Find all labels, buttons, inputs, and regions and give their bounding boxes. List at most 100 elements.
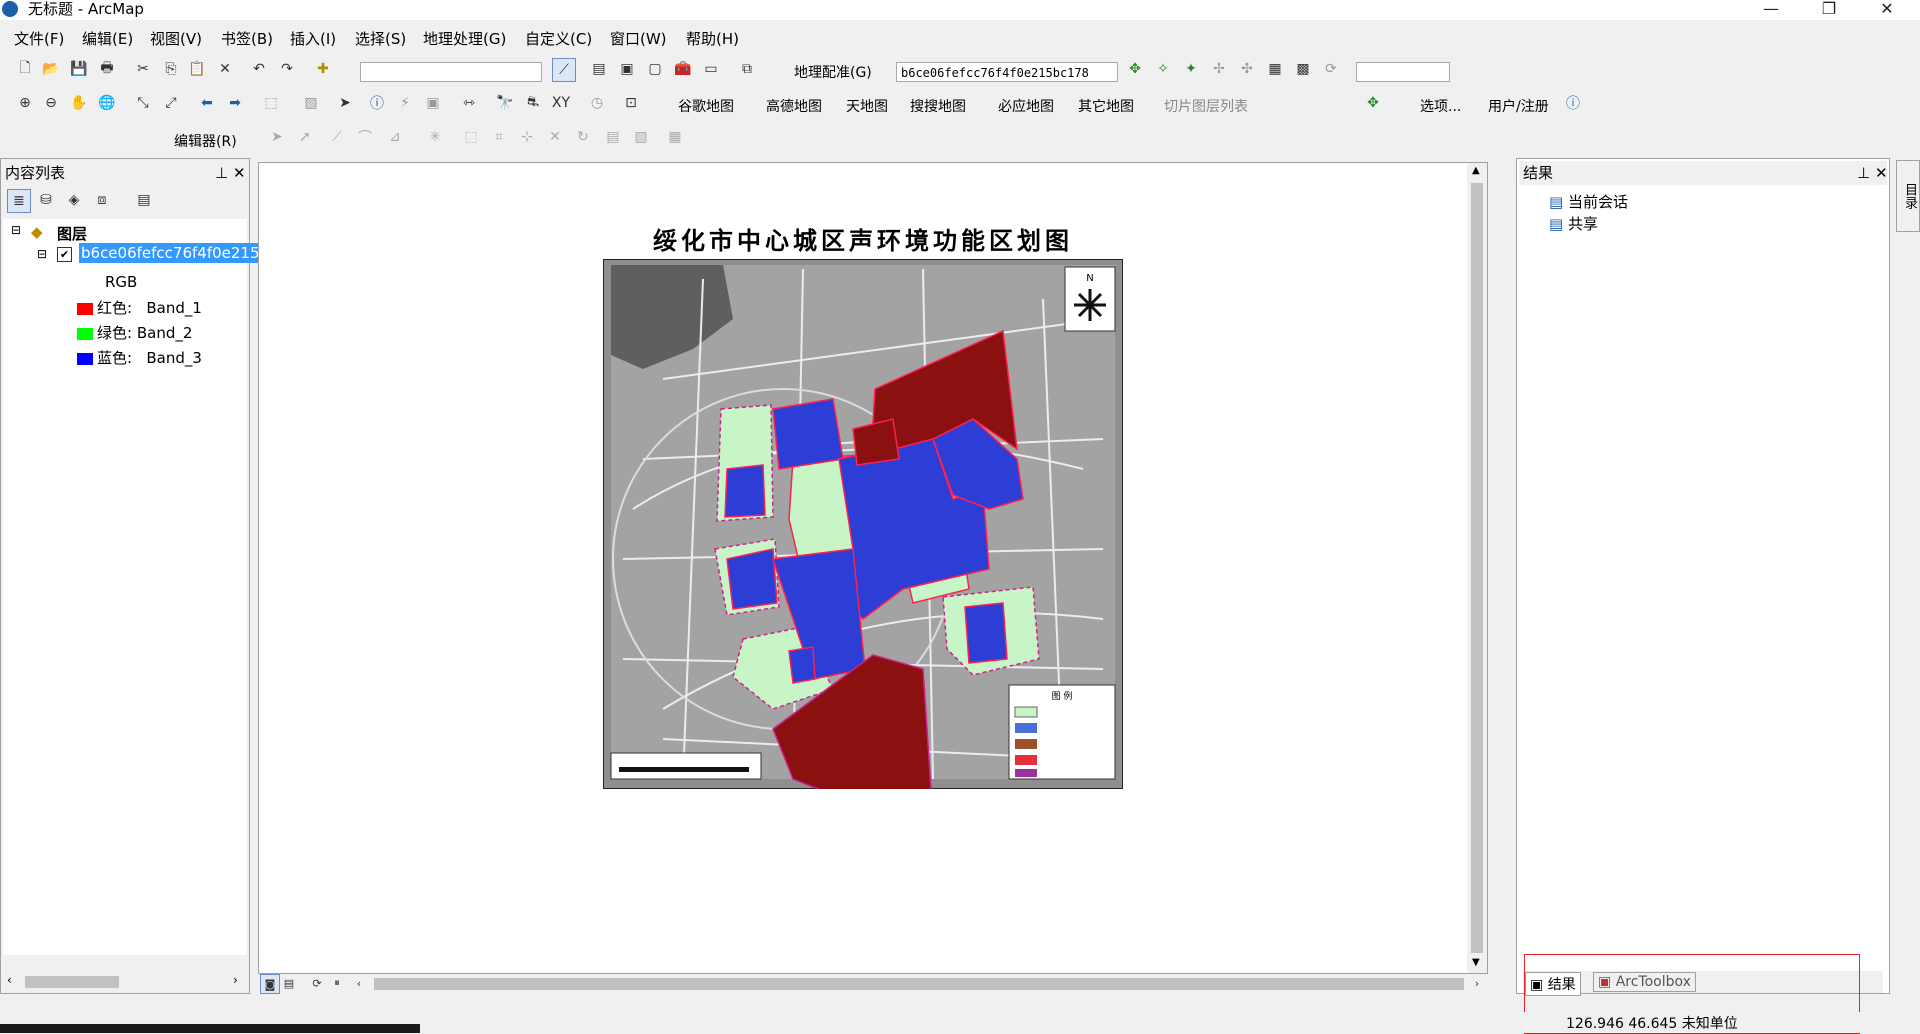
info-icon[interactable]: ⓘ (1562, 92, 1584, 114)
create-features-icon[interactable]: ▦ (664, 126, 686, 148)
layer-collapse-toggle[interactable]: ⊟ (37, 247, 47, 261)
layout-view-icon[interactable]: ▤ (280, 974, 298, 992)
delete-icon[interactable]: ✕ (214, 58, 236, 80)
scale-icon[interactable]: ✣ (1236, 58, 1258, 80)
scroll-down-icon[interactable]: ▼ (1472, 957, 1480, 968)
redo-icon[interactable]: ↷ (276, 58, 298, 80)
fit-to-display-icon[interactable]: ✧ (1152, 58, 1174, 80)
print-icon[interactable]: 🖶 (96, 58, 118, 80)
add-tile-icon[interactable]: ✥ (1362, 92, 1384, 114)
link-table-icon[interactable]: ▦ (1264, 58, 1286, 80)
split-icon[interactable]: ✕ (544, 126, 566, 148)
scroll-right-icon[interactable]: › (233, 973, 238, 987)
menu-geoprocessing[interactable]: 地理处理(G) (423, 28, 506, 49)
rotate-icon[interactable]: ✦ (1180, 58, 1202, 80)
end-point-arc-icon[interactable]: ⌒ (354, 126, 376, 148)
list-by-selection-icon[interactable]: ⧈ (91, 189, 113, 211)
point-icon[interactable]: ✳ (424, 126, 446, 148)
scroll-up-icon[interactable]: ▲ (1472, 165, 1480, 176)
trace-icon[interactable]: ⊿ (384, 126, 406, 148)
tile-menu-bing[interactable]: 必应地图 (998, 96, 1054, 116)
zoom-in-icon[interactable]: ⊕ (14, 92, 36, 114)
select-features-icon[interactable]: ⬚ (260, 92, 282, 114)
cut-polygons-icon[interactable]: ⊹ (516, 126, 538, 148)
list-by-source-icon[interactable]: ⛁ (35, 189, 57, 211)
menu-insert[interactable]: 插入(I) (290, 28, 336, 49)
map-view[interactable]: 绥化市中心城区声环境功能区划图 N 图 例 ▲ ▼ (258, 162, 1488, 974)
menu-help[interactable]: 帮助(H) (686, 28, 739, 49)
menu-bookmarks[interactable]: 书签(B) (221, 28, 273, 49)
pause-drawing-icon[interactable]: ⏸ (328, 974, 346, 992)
scroll-left-map-icon[interactable]: ‹ (350, 974, 368, 992)
map-vertical-scrollbar[interactable]: ▲ ▼ (1467, 163, 1487, 973)
map-vscroll-thumb[interactable] (1471, 183, 1483, 953)
full-extent-icon[interactable]: 🌐 (96, 92, 118, 114)
tile-menu-tianditu[interactable]: 天地图 (846, 96, 888, 116)
data-view-icon[interactable]: ◙ (260, 974, 280, 994)
open-folder-icon[interactable]: 📂 (40, 58, 62, 80)
tile-menu-gaode[interactable]: 高德地图 (766, 96, 822, 116)
menu-edit[interactable]: 编辑(E) (82, 28, 133, 49)
user-register-menu[interactable]: 用户/注册 (1488, 96, 1549, 116)
tile-menu-google[interactable]: 谷歌地图 (678, 96, 734, 116)
hyperlink-icon[interactable]: ⚡ (394, 92, 416, 114)
menu-view[interactable]: 视图(V) (150, 28, 202, 49)
pan-icon[interactable]: ✋ (68, 92, 90, 114)
collapse-toggle[interactable]: ⊟ (11, 223, 21, 237)
copy-icon[interactable]: ⎘ (160, 58, 182, 80)
identify-icon[interactable]: ⓘ (366, 92, 388, 114)
results-close-icon[interactable]: ✕ (1875, 161, 1888, 185)
reshape-icon[interactable]: ⌗ (488, 126, 510, 148)
options-menu[interactable]: 选项... (1420, 96, 1461, 116)
current-session-item[interactable]: ▤ 当前会话 (1549, 191, 1628, 212)
menu-file[interactable]: 文件(F) (14, 28, 64, 49)
catalog-icon[interactable]: ▣ (616, 58, 638, 80)
back-extent-icon[interactable]: ⬅ (196, 92, 218, 114)
georeferencing-label[interactable]: 地理配准(G) (794, 62, 872, 82)
layer-visibility-checkbox[interactable]: ✔ (57, 247, 72, 262)
toc-horizontal-scrollbar[interactable]: ‹ › (3, 973, 247, 991)
map-hscroll-thumb[interactable] (374, 978, 1464, 990)
catalog-side-tab[interactable]: 目录 (1896, 160, 1920, 232)
undo-icon[interactable]: ↶ (248, 58, 270, 80)
create-viewer-window-icon[interactable]: ⊡ (620, 92, 642, 114)
list-by-drawing-order-icon[interactable]: ≣ (7, 189, 31, 213)
rotate-edit-icon[interactable]: ↻ (572, 126, 594, 148)
rectify-icon[interactable]: ⟳ (1320, 58, 1342, 80)
layers-root-label[interactable]: 图层 (57, 223, 87, 244)
close-window-button[interactable]: ✕ (1864, 0, 1910, 20)
paste-icon[interactable]: 📋 (186, 58, 208, 80)
new-document-icon[interactable]: 🗋 (14, 58, 36, 80)
list-by-visibility-icon[interactable]: ◈ (63, 189, 85, 211)
straight-segment-icon[interactable]: ⟋ (326, 126, 348, 148)
shift-icon[interactable]: ✢ (1208, 58, 1230, 80)
search-window-icon[interactable]: ▢ (644, 58, 666, 80)
menu-window[interactable]: 窗口(W) (610, 28, 667, 49)
fixed-zoom-in-icon[interactable]: ⤡ (132, 92, 154, 114)
tile-menu-soso[interactable]: 搜搜地图 (910, 96, 966, 116)
attributes-icon[interactable]: ▤ (602, 126, 624, 148)
sketch-properties-icon[interactable]: ▧ (630, 126, 652, 148)
edit-tool-icon[interactable]: ➤ (266, 126, 288, 148)
clear-selection-icon[interactable]: ▨ (300, 92, 322, 114)
close-panel-icon[interactable]: ✕ (233, 161, 246, 185)
select-elements-icon[interactable]: ➤ (334, 92, 356, 114)
go-to-xy-icon[interactable]: XY (550, 92, 572, 114)
measure-icon[interactable]: ⇿ (458, 92, 480, 114)
map-canvas[interactable]: 绥化市中心城区声环境功能区划图 N 图 例 (259, 163, 1465, 973)
arctoolbox-icon[interactable]: 🧰 (672, 58, 694, 80)
time-slider-icon[interactable]: ◷ (586, 92, 608, 114)
scroll-right-map-icon[interactable]: › (1468, 974, 1486, 992)
georef-layer-dropdown[interactable]: b6ce06fefcc76f4f0e215bc178 (896, 62, 1118, 82)
refresh-icon[interactable]: ⟳ (308, 974, 326, 992)
find-route-icon[interactable]: ⛐ (522, 92, 544, 114)
menu-customize[interactable]: 自定义(C) (525, 28, 592, 49)
tile-menu-other[interactable]: 其它地图 (1078, 96, 1134, 116)
html-popup-icon[interactable]: ▣ (422, 92, 444, 114)
save-icon[interactable]: 💾 (68, 58, 90, 80)
scroll-left-icon[interactable]: ‹ (7, 973, 12, 987)
cut-icon[interactable]: ✂ (132, 58, 154, 80)
restore-button[interactable]: ❐ (1806, 0, 1852, 20)
editor-toolbar-icon[interactable]: ⟋ (552, 58, 576, 82)
forward-extent-icon[interactable]: ➡ (224, 92, 246, 114)
